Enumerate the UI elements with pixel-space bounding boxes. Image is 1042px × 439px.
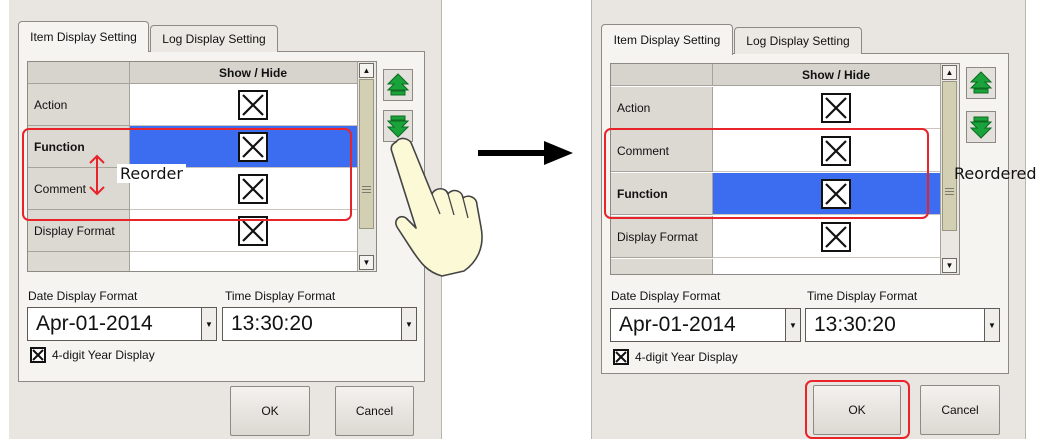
x-mark-icon[interactable]	[821, 92, 851, 123]
row-label	[28, 252, 130, 271]
four-digit-year-label: 4-digit Year Display	[52, 348, 155, 362]
tab-item-display-setting[interactable]: Item Display Setting	[18, 21, 149, 52]
table-row[interactable]: Display Format	[611, 216, 959, 258]
chevron-down-icon[interactable]: ▼	[201, 308, 216, 340]
table-row[interactable]	[611, 259, 959, 274]
time-format-dropdown[interactable]: 13:30:20 ▼	[222, 307, 417, 341]
move-up-icon	[970, 71, 992, 94]
x-mark-icon	[615, 351, 627, 363]
date-format-dropdown[interactable]: Apr-01-2014 ▼	[610, 308, 801, 342]
date-format-value: Apr-01-2014	[36, 312, 153, 335]
show-hide-cell[interactable]	[130, 84, 376, 126]
x-mark-icon[interactable]	[821, 221, 851, 252]
move-up-button[interactable]	[383, 69, 413, 101]
tab-log-display-setting[interactable]: Log Display Setting	[734, 27, 862, 54]
move-down-button[interactable]	[966, 111, 996, 143]
cancel-button[interactable]: Cancel	[920, 385, 1000, 435]
chevron-down-icon[interactable]: ▼	[984, 309, 999, 341]
x-mark-icon[interactable]	[238, 89, 268, 120]
scroll-thumb[interactable]	[359, 79, 374, 229]
move-up-button[interactable]	[966, 67, 996, 99]
x-mark-icon	[32, 349, 44, 361]
reorder-annotation: Reorder	[117, 164, 186, 183]
tab-item-display-setting[interactable]: Item Display Setting	[601, 24, 733, 55]
reorder-highlight	[22, 128, 352, 221]
hand-pointer-icon	[390, 137, 483, 277]
scroll-thumb[interactable]	[942, 81, 957, 231]
four-digit-year-checkbox[interactable]	[613, 349, 629, 365]
grid-corner	[28, 62, 130, 84]
ok-button-highlight	[805, 380, 910, 439]
time-display-format-label: Time Display Format	[225, 289, 336, 303]
table-row[interactable]: Action	[611, 87, 959, 129]
four-digit-year-checkbox[interactable]	[30, 347, 46, 363]
column-header-show-hide: Show / Hide	[130, 62, 376, 84]
grid-header: Show / Hide	[611, 64, 959, 86]
time-format-value: 13:30:20	[814, 313, 896, 336]
time-format-value: 13:30:20	[231, 312, 313, 335]
scroll-up-button[interactable]: ▲	[942, 65, 957, 80]
column-header-show-hide: Show / Hide	[713, 64, 959, 86]
show-hide-cell[interactable]	[713, 216, 959, 258]
scroll-down-button[interactable]: ▼	[942, 258, 957, 273]
show-hide-cell[interactable]	[713, 259, 959, 274]
show-hide-cell[interactable]	[130, 252, 376, 271]
table-row[interactable]: Action	[28, 84, 376, 126]
move-down-icon	[970, 116, 992, 139]
row-label: Display Format	[611, 216, 713, 258]
time-display-format-label: Time Display Format	[807, 289, 918, 303]
date-display-format-label: Date Display Format	[28, 289, 138, 303]
date-format-dropdown[interactable]: Apr-01-2014 ▼	[27, 307, 217, 341]
move-up-icon	[387, 73, 409, 96]
chevron-down-icon[interactable]: ▼	[785, 309, 800, 341]
show-hide-cell[interactable]	[713, 87, 959, 129]
grid-header: Show / Hide	[28, 62, 376, 84]
table-row[interactable]	[28, 252, 376, 271]
right-arrow-icon	[478, 141, 573, 165]
scroll-down-button[interactable]: ▼	[359, 255, 374, 270]
reordered-highlight	[604, 128, 929, 219]
tab-log-display-setting[interactable]: Log Display Setting	[150, 25, 278, 52]
four-digit-year-label: 4-digit Year Display	[635, 350, 738, 364]
x-mark-icon[interactable]	[238, 270, 268, 271]
row-label: Action	[28, 84, 130, 126]
row-label	[611, 259, 713, 274]
vertical-scrollbar[interactable]: ▲ ▼	[357, 62, 376, 271]
ok-button[interactable]: OK	[230, 386, 310, 436]
reorder-arrow-icon	[89, 154, 105, 196]
row-label: Action	[611, 87, 713, 129]
chevron-down-icon[interactable]: ▼	[401, 308, 416, 340]
right-settings-dialog: Item Display Setting Log Display Setting…	[591, 0, 1026, 439]
cancel-button[interactable]: Cancel	[335, 386, 414, 436]
grid-corner	[611, 64, 713, 86]
scroll-up-button[interactable]: ▲	[359, 63, 374, 78]
date-format-value: Apr-01-2014	[619, 313, 736, 336]
time-format-dropdown[interactable]: 13:30:20 ▼	[805, 308, 1000, 342]
reordered-annotation: Reordered	[954, 164, 1037, 183]
date-display-format-label: Date Display Format	[611, 289, 721, 303]
